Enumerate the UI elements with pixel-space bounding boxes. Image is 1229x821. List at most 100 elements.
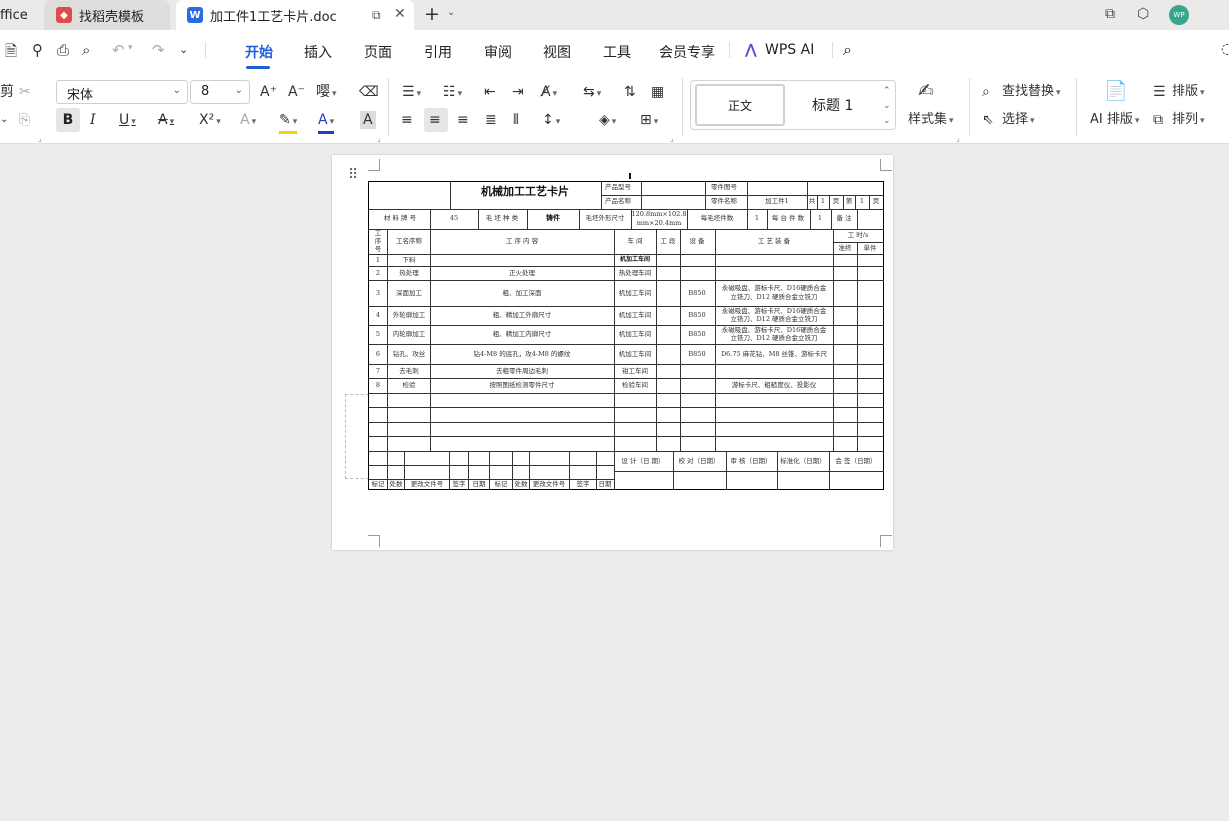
shrink-font-icon[interactable]: A⁻ [288,83,305,101]
layout-button[interactable]: 排版 [1172,83,1205,102]
footer-label: 日期 [598,480,612,488]
text-direction-icon[interactable]: ⇆ [583,83,601,103]
table-cell: 外轮廓加工 [392,311,426,319]
print-preview-icon[interactable]: ⌕ [82,41,90,59]
font-name-select[interactable]: 宋体 ⌄ [56,80,188,104]
table-cell: 正火处理 [509,269,535,277]
tab-document[interactable]: W 加工件1工艺卡片.doc ⧉ ✕ [176,0,414,30]
close-tab-icon[interactable]: ✕ [394,6,406,22]
divider [388,78,389,136]
char-shading-button[interactable]: A [360,111,376,129]
format-painter-icon[interactable]: ⚲ [32,41,43,59]
table-row: 2 [375,269,381,277]
increase-indent-icon[interactable]: ⇥ [512,83,524,101]
table-grid-line [529,451,530,490]
table-cell: 永磁吸盘、游标卡尺、D16硬质合金 [721,284,827,292]
header-name: 工名序称 [396,237,422,245]
table-cell: 机加工车间 [618,350,652,358]
find-replace-button[interactable]: 查找替换 [1002,83,1061,102]
table-cell: 永磁吸盘、游标卡尺、D16硬质合金 [721,307,827,315]
style-heading-1[interactable]: 标题 1 [812,95,853,115]
font-size-select[interactable]: 8 ⌄ [190,80,250,104]
table-cell: 检验 [402,381,416,389]
sort-icon[interactable]: ⇅ [624,83,636,101]
share-icon[interactable]: ◌ [1221,41,1229,57]
cut-label[interactable]: 剪 [0,83,14,101]
undo-icon[interactable]: ↶ [112,41,125,59]
show-marks-icon[interactable]: ▦ [651,83,664,101]
table-cell: 去粗零件周边毛刺 [496,367,548,375]
more-icon[interactable]: ⌄ [179,43,188,56]
print-icon[interactable]: ⎙ [57,41,69,59]
table-cell: 热处理车间 [618,269,652,277]
copy-dropdown-icon[interactable]: ⌄ [0,111,8,129]
window-restore-icon[interactable]: ⧉ [1105,6,1115,22]
select-button[interactable]: 选择 [1002,111,1035,130]
menu-home[interactable]: 开始 [245,42,273,62]
phonetic-icon[interactable]: 嘤 [316,83,337,103]
table-row: 1 [375,256,381,264]
borders-icon[interactable]: ⊞ [640,111,658,131]
justify-icon[interactable]: ≣ [485,111,497,129]
table-cell: 机加工车间 [618,289,652,297]
shading-icon[interactable]: ◈ [599,111,616,131]
style-normal[interactable]: 正文 [695,84,785,126]
bold-button[interactable]: B [56,108,80,132]
clear-format-icon[interactable]: ⌫ [359,83,379,101]
menu-references[interactable]: 引用 [424,42,452,62]
popout-icon[interactable]: ⧉ [372,8,381,23]
cube-icon[interactable]: ⬡ [1137,6,1149,22]
undo-dropdown-icon[interactable]: ▾ [128,43,133,53]
search-icon[interactable]: ⌕ [843,40,852,60]
menu-tools[interactable]: 工具 [603,42,631,62]
decrease-indent-icon[interactable]: ⇤ [484,83,496,101]
menu-wps-ai[interactable]: WPS AI [765,42,814,58]
highlight-button[interactable]: ✎ [279,111,298,134]
table-grid-line [855,195,856,209]
strikethrough-button[interactable]: A [158,111,174,131]
underline-button[interactable]: U [119,111,136,131]
numbered-list-icon[interactable]: ☷ [443,83,462,103]
redo-icon[interactable]: ↷ [152,41,165,59]
scissors-icon[interactable]: ✂ [19,83,31,101]
align-left-icon[interactable]: ≡ [401,111,413,129]
process-card-table[interactable]: 机械加工工艺卡片 产品型号 零件图号 产品名称 零件名称 加工件1 共 1 页 … [368,181,884,490]
chinese-layout-icon[interactable]: A̸ [541,83,557,103]
grow-font-icon[interactable]: A⁺ [260,83,277,101]
menu-insert[interactable]: 插入 [304,42,332,62]
table-grid-line [829,451,830,490]
superscript-button[interactable]: X² [199,111,221,131]
menu-review[interactable]: 审阅 [484,42,512,62]
avatar[interactable]: WP [1169,5,1189,25]
table-cell: 立铣刀、D12 硬质合金立铣刀 [730,293,818,301]
table-grid-line [833,229,834,451]
arrange-button[interactable]: 排列 [1172,111,1205,130]
ai-layout-button[interactable]: AI 排版 [1090,111,1139,130]
copy-icon[interactable]: ⎘ [19,111,30,129]
tab-app[interactable]: ffice [0,0,40,30]
table-cell: 粗、加工深面 [502,289,542,297]
distribute-icon[interactable]: ⫴ [513,111,519,129]
new-tab-icon[interactable]: + [424,3,440,25]
style-set-button[interactable]: 样式集 [908,111,954,130]
save-icon[interactable]: 🗎 [5,41,17,66]
divider [682,78,683,136]
bullet-list-icon[interactable]: ☰ [402,83,421,103]
style-more-icon[interactable]: ⌄ [883,112,891,130]
menu-member[interactable]: 会员专享 [659,42,715,62]
menu-page[interactable]: 页面 [364,42,392,62]
line-spacing-icon[interactable]: ↕ [542,111,560,131]
align-right-icon[interactable]: ≡ [457,111,469,129]
italic-button[interactable]: I [90,111,96,129]
table-grid-line [596,451,597,490]
table-move-handle[interactable]: ⠿ [348,167,358,183]
footer-label: 日期 [472,480,486,488]
table-grid-line [641,182,642,209]
menu-view[interactable]: 视图 [543,42,571,62]
tab-template[interactable]: ◆ 找稻壳模板 [44,0,170,30]
header-section: 工 段 [660,237,676,245]
text-effect-button[interactable]: A [240,111,256,131]
font-color-button[interactable]: A [318,111,335,134]
chevron-down-icon[interactable]: ⌄ [447,7,455,18]
table-row: 8 [375,381,381,389]
